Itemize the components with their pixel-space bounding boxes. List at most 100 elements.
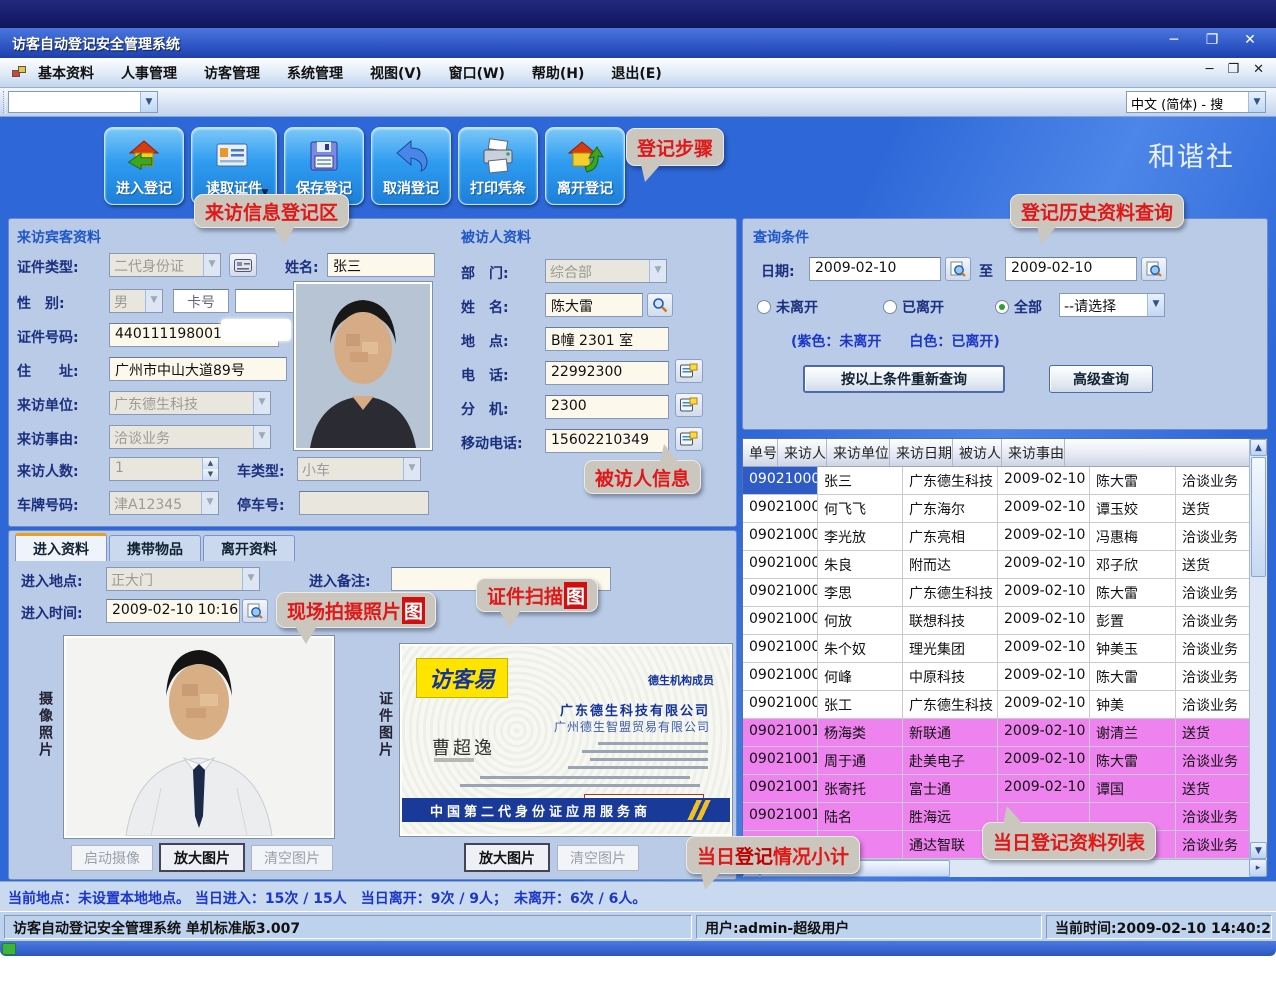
- quick-combo[interactable]: ▼: [8, 91, 158, 113]
- tab-carried-items[interactable]: 携带物品: [109, 535, 201, 561]
- table-row[interactable]: 090210009张工 广东德生科技2009-02-10 钟美洽谈业务: [743, 691, 1251, 719]
- mdi-minimize-icon[interactable]: ─: [1206, 62, 1214, 77]
- cert-type-select[interactable]: 二代身份证▼: [109, 253, 221, 277]
- column-header[interactable]: 单号: [743, 439, 778, 466]
- clear-photo-button[interactable]: 清空图片: [251, 845, 333, 871]
- dial-mobile-button[interactable]: [675, 427, 703, 451]
- clear-card-button[interactable]: 清空图片: [557, 845, 639, 871]
- toolbar-gripper[interactable]: [3, 91, 6, 113]
- table-row[interactable]: 090210008何峰 中原科技2009-02-10 陈大雷洽谈业务: [743, 663, 1251, 691]
- vehicle-type-select[interactable]: 小车▼: [297, 457, 421, 481]
- radio-left[interactable]: 已离开: [883, 297, 944, 317]
- dial-ext-button[interactable]: [675, 393, 703, 417]
- table-row[interactable]: 090210004朱良 附而达2009-02-10 邓子欣送货: [743, 551, 1251, 579]
- date-from-input[interactable]: 2009-02-10: [809, 257, 941, 281]
- zoom-photo-button[interactable]: 放大图片: [159, 843, 245, 872]
- date-from-picker-button[interactable]: [945, 257, 971, 281]
- tab-entry-info[interactable]: 进入资料: [15, 533, 107, 561]
- close-icon[interactable]: ✕: [1238, 32, 1262, 52]
- table-row[interactable]: 090210002何飞飞 广东海尔2009-02-10 谭玉姣送货: [743, 495, 1251, 523]
- dial-phone-button[interactable]: [675, 359, 703, 383]
- visitor-name-input[interactable]: 张三: [327, 253, 435, 277]
- radio-not-left[interactable]: 未离开: [757, 297, 818, 317]
- visited-place-input[interactable]: B幢 2301 室: [545, 327, 669, 351]
- table-row[interactable]: 090210001张三 广东德生科技2009-02-10 陈大雷洽谈业务: [743, 467, 1251, 495]
- menu-item[interactable]: 访客管理: [204, 63, 260, 83]
- enter-registration-button[interactable]: 进入登记: [104, 127, 184, 205]
- menu-item[interactable]: 系统管理: [287, 63, 343, 83]
- mdi-close-icon[interactable]: ✕: [1253, 62, 1264, 77]
- scroll-down-icon[interactable]: ▼: [1250, 842, 1267, 859]
- table-row[interactable]: 090210010杨海类 新联通2009-02-10 谢清兰送货: [743, 719, 1251, 747]
- menu-item[interactable]: 视图(V): [370, 63, 422, 83]
- tab-leave-info[interactable]: 离开资料: [203, 535, 295, 561]
- mdi-restore-icon[interactable]: ❐: [1227, 62, 1239, 77]
- card-company-2: 广州德生智盟贸易有限公司: [554, 718, 710, 735]
- column-header[interactable]: 来访单位: [827, 439, 890, 466]
- requery-button[interactable]: 按以上条件重新查询: [803, 365, 1005, 393]
- status-current-time: 当前时间:2009-02-10 14:40:29: [1046, 915, 1272, 939]
- visit-reason-select[interactable]: 洽谈业务▼: [109, 425, 271, 449]
- cancel-registration-button[interactable]: 取消登记: [371, 127, 451, 205]
- table-row[interactable]: 090210005李思 广东德生科技2009-02-10 陈大雷洽谈业务: [743, 579, 1251, 607]
- card-reader-button[interactable]: [229, 253, 257, 277]
- print-slip-button[interactable]: 打印凭条: [458, 127, 538, 205]
- query-section-title: 查询条件: [753, 227, 809, 247]
- vscroll-thumb[interactable]: [1251, 457, 1266, 577]
- card-no-input[interactable]: [235, 289, 299, 313]
- table-row[interactable]: 090210011周于通 赴美电子2009-02-10 陈大雷洽谈业务: [743, 747, 1251, 775]
- column-header[interactable]: 被访人: [953, 439, 1002, 466]
- visited-mobile-input[interactable]: 15602210349: [545, 429, 669, 453]
- menu-item[interactable]: 帮助(H): [532, 63, 585, 83]
- visitor-count-stepper[interactable]: 1 ▲▼: [109, 457, 219, 481]
- date-to-picker-button[interactable]: [1141, 257, 1167, 281]
- visit-unit-select[interactable]: 广东德生科技▼: [109, 391, 271, 415]
- id-card-icon: [214, 134, 254, 178]
- vertical-scrollbar[interactable]: ▲ ▼: [1249, 439, 1267, 859]
- scroll-right-icon[interactable]: ▸: [1249, 859, 1267, 877]
- menu-item[interactable]: 基本资料: [38, 63, 94, 83]
- table-row[interactable]: 090210003李光放 广东亮相2009-02-10 冯惠梅洽谈业务: [743, 523, 1251, 551]
- radio-all[interactable]: 全部: [995, 297, 1042, 317]
- visited-ext-input[interactable]: 2300: [545, 395, 669, 419]
- table-row[interactable]: 090210007朱个奴 理光集团2009-02-10 钟美玉洽谈业务: [743, 635, 1251, 663]
- search-person-button[interactable]: [647, 293, 673, 317]
- gender-select[interactable]: 男▼: [109, 289, 163, 313]
- advanced-query-button[interactable]: 高级查询: [1049, 365, 1153, 393]
- column-header[interactable]: 来访事由: [1002, 439, 1065, 466]
- entry-time-picker-button[interactable]: [242, 599, 268, 623]
- color-legend: (紫色：未离开 白色：已离开): [791, 331, 1000, 351]
- start-camera-button[interactable]: 启动摄像: [71, 845, 153, 871]
- chevron-down-icon[interactable]: ▼: [140, 92, 157, 112]
- spin-down-icon: ▼: [203, 469, 218, 480]
- chevron-down-icon: ▼: [649, 260, 666, 282]
- address-input[interactable]: 广州市中山大道89号: [109, 357, 287, 381]
- scroll-up-icon[interactable]: ▲: [1250, 439, 1267, 456]
- callout-daily-list: 当日登记资料列表: [982, 822, 1156, 860]
- minimize-icon[interactable]: ─: [1162, 32, 1186, 52]
- column-header[interactable]: 来访人: [778, 439, 827, 466]
- chevron-down-icon[interactable]: ▼: [1248, 92, 1265, 112]
- date-to-input[interactable]: 2009-02-10: [1005, 257, 1137, 281]
- table-row[interactable]: 090210006何放 联想科技2009-02-10 彭置洽谈业务: [743, 607, 1251, 635]
- card-icon: [234, 259, 252, 272]
- zoom-card-button[interactable]: 放大图片: [464, 843, 550, 872]
- menu-item[interactable]: 窗口(W): [449, 63, 505, 83]
- column-header[interactable]: 来访日期: [890, 439, 953, 466]
- language-selector[interactable]: 中文 (简体) - 搜 ▼: [1126, 91, 1266, 113]
- entry-time-input[interactable]: 2009-02-10 10:16: [106, 599, 240, 623]
- query-filter-select[interactable]: --请选择▼: [1059, 293, 1165, 317]
- menu-item[interactable]: 退出(E): [611, 63, 661, 83]
- maximize-icon[interactable]: ❐: [1200, 32, 1224, 52]
- menu-item[interactable]: 人事管理: [121, 63, 177, 83]
- visited-phone-input[interactable]: 22992300: [545, 361, 669, 385]
- leave-registration-button[interactable]: 离开登记: [545, 127, 625, 205]
- entry-place-select[interactable]: 正大门▼: [106, 567, 260, 591]
- table-row[interactable]: 090210012张寄托 富士通2009-02-10 谭国送货: [743, 775, 1251, 803]
- plate-number-select[interactable]: 津A12345▼: [109, 491, 219, 515]
- dept-select[interactable]: 综合部▼: [545, 259, 667, 283]
- callout-daily-subtotal: 当日登记情况小计: [686, 836, 860, 874]
- contact-card-icon: [680, 397, 698, 413]
- visited-name-input[interactable]: 陈大雷: [545, 293, 643, 317]
- parking-no-input[interactable]: [299, 491, 429, 515]
